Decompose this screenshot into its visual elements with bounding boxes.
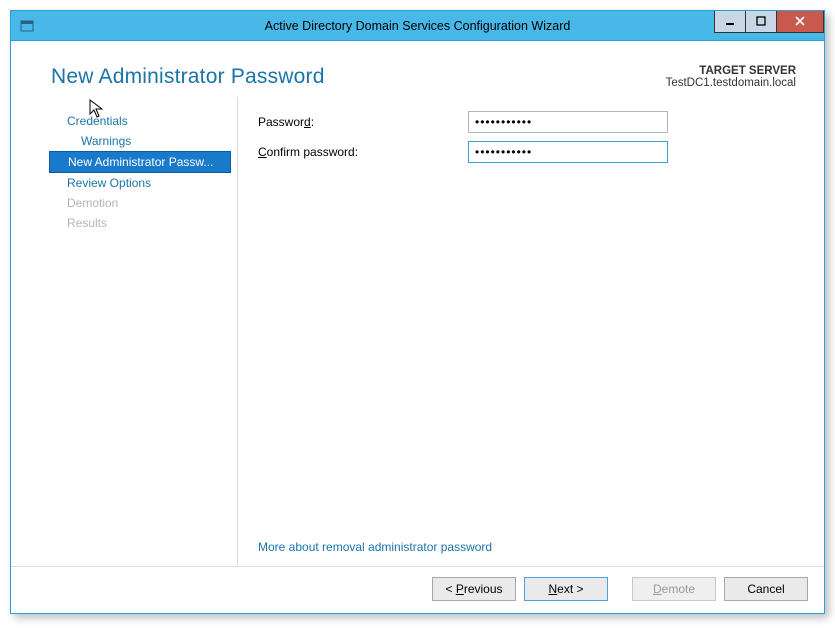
confirm-password-label: Confirm password: [258,145,468,159]
target-server-info: TARGET SERVER TestDC1.testdomain.local [666,65,796,89]
page-title: New Administrator Password [51,65,325,89]
target-server-label: TARGET SERVER [666,65,796,77]
titlebar: Active Directory Domain Services Configu… [11,11,824,41]
minimize-button[interactable] [714,11,746,33]
previous-button[interactable]: < Previous [432,577,516,601]
help-link[interactable]: More about removal administrator passwor… [258,530,824,566]
demote-button: Demote [632,577,716,601]
close-button[interactable] [776,11,824,33]
target-server-name: TestDC1.testdomain.local [666,77,796,89]
password-input[interactable] [468,111,668,133]
password-label: Password: [258,115,468,129]
maximize-button[interactable] [745,11,777,33]
confirm-password-input[interactable] [468,141,668,163]
wizard-window: Active Directory Domain Services Configu… [10,10,825,614]
cancel-button[interactable]: Cancel [724,577,808,601]
next-button[interactable]: Next > [524,577,608,601]
window-title: Active Directory Domain Services Configu… [11,19,824,33]
sidebar-item-new-admin-password[interactable]: New Administrator Passw... [49,151,231,173]
sidebar-item-review-options[interactable]: Review Options [51,173,231,193]
app-icon [17,16,37,36]
wizard-steps-sidebar: Credentials Warnings New Administrator P… [51,97,231,566]
sidebar-item-demotion: Demotion [51,193,231,213]
sidebar-item-results: Results [51,213,231,233]
sidebar-item-warnings[interactable]: Warnings [51,131,231,151]
sidebar-item-credentials[interactable]: Credentials [51,111,231,131]
wizard-footer: < Previous Next > Demote Cancel [11,566,824,613]
